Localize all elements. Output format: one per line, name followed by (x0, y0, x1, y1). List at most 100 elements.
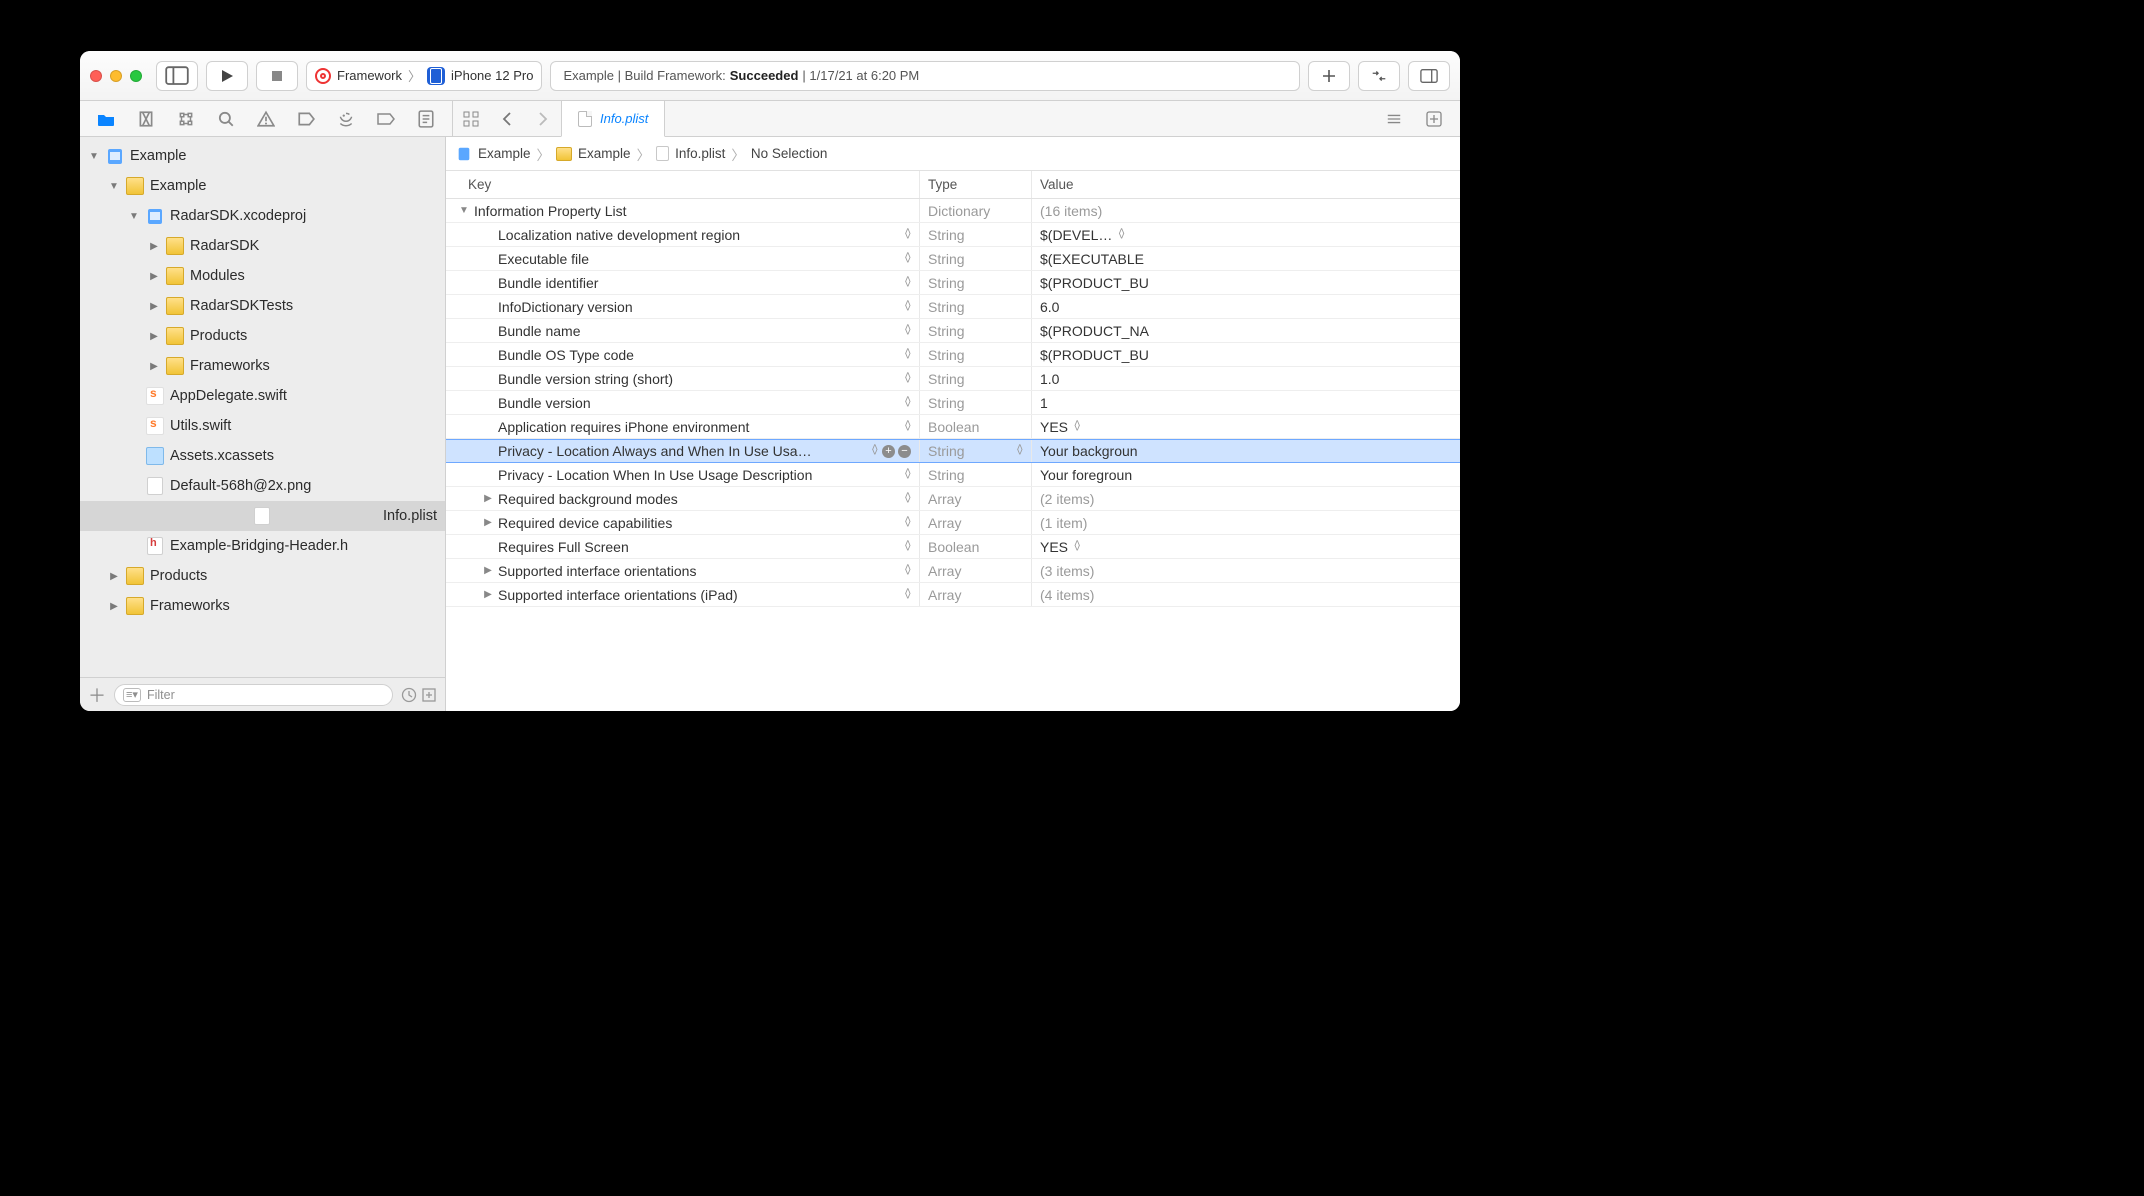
toggle-right-panel-button[interactable] (1408, 61, 1450, 91)
issue-tab[interactable] (246, 101, 286, 137)
tree-item[interactable]: AppDelegate.swift (80, 381, 445, 411)
breakpoint-tab[interactable] (286, 101, 326, 137)
plist-row[interactable]: Supported interface orientations (iPad)˄… (446, 583, 1460, 607)
tree-item[interactable]: Example (80, 141, 445, 171)
stepper-icon[interactable]: ˄˅ (905, 254, 911, 264)
tree-item[interactable]: RadarSDKTests (80, 291, 445, 321)
tree-item[interactable]: Example-Bridging-Header.h (80, 531, 445, 561)
library-button[interactable] (1308, 61, 1350, 91)
stepper-icon[interactable]: ˄˅ (905, 302, 911, 312)
stepper-icon[interactable]: ˄˅ (905, 566, 911, 576)
stepper-icon[interactable]: ˄˅ (905, 542, 911, 552)
tag-tab[interactable] (366, 101, 406, 137)
activity-status[interactable]: Example | Build Framework: Succeeded | 1… (550, 61, 1300, 91)
stepper-icon[interactable]: ˄˅ (905, 350, 911, 360)
scm-filter-icon[interactable] (421, 687, 437, 703)
code-review-button[interactable] (1358, 61, 1400, 91)
stepper-icon[interactable]: ˄˅ (905, 590, 911, 600)
tree-item[interactable]: Info.plist (80, 501, 445, 531)
jump-bar[interactable]: Example 〉 Example 〉 Info.plist 〉 No Sele… (446, 137, 1460, 171)
tree-item[interactable]: Frameworks (80, 351, 445, 381)
plist-row[interactable]: Information Property ListDictionary(16 i… (446, 199, 1460, 223)
add-row-icon[interactable]: + (882, 445, 895, 458)
plist-row[interactable]: Bundle version˄˅String1 (446, 391, 1460, 415)
remove-row-icon[interactable]: − (898, 445, 911, 458)
plist-row[interactable]: Localization native development region˄˅… (446, 223, 1460, 247)
symbol-tab[interactable] (166, 101, 206, 137)
search-tab[interactable] (206, 101, 246, 137)
plist-row[interactable]: Bundle OS Type code˄˅String$(PRODUCT_BU (446, 343, 1460, 367)
row-disclosure[interactable] (482, 493, 494, 504)
zoom-window[interactable] (130, 70, 142, 82)
tree-item[interactable]: Products (80, 561, 445, 591)
plist-row[interactable]: Privacy - Location When In Use Usage Des… (446, 463, 1460, 487)
stepper-icon[interactable]: ˄˅ (1074, 542, 1080, 552)
related-items-button[interactable] (453, 101, 489, 137)
row-disclosure[interactable] (482, 589, 494, 600)
scheme-selector[interactable]: Framework 〉 iPhone 12 Pro (306, 61, 542, 91)
plist-row[interactable]: Executable file˄˅String$(EXECUTABLE (446, 247, 1460, 271)
stepper-icon[interactable]: ˄˅ (905, 494, 911, 504)
tree-item[interactable]: Default-568h@2x.png (80, 471, 445, 501)
toggle-left-panel-button[interactable] (156, 61, 198, 91)
editor-tab[interactable]: Info.plist (561, 101, 665, 137)
disclosure-triangle[interactable] (148, 271, 160, 282)
report-tab[interactable] (406, 101, 446, 137)
plist-row[interactable]: Bundle version string (short)˄˅String1.0 (446, 367, 1460, 391)
disclosure-triangle[interactable] (108, 601, 120, 612)
back-button[interactable] (489, 101, 525, 137)
plist-row[interactable]: InfoDictionary version˄˅String6.0 (446, 295, 1460, 319)
stepper-icon[interactable]: ˄˅ (905, 518, 911, 528)
plist-row[interactable]: Required background modes˄˅Array(2 items… (446, 487, 1460, 511)
tree-item[interactable]: RadarSDK (80, 231, 445, 261)
editor-options-button[interactable] (1376, 101, 1412, 137)
stepper-icon[interactable]: ˄˅ (1074, 422, 1080, 432)
row-disclosure[interactable] (482, 517, 494, 528)
plist-row[interactable]: Supported interface orientations˄˅Array(… (446, 559, 1460, 583)
source-control-tab[interactable] (126, 101, 166, 137)
run-button[interactable] (206, 61, 248, 91)
tree-item[interactable]: RadarSDK.xcodeproj (80, 201, 445, 231)
tree-item[interactable]: Utils.swift (80, 411, 445, 441)
stop-button[interactable] (256, 61, 298, 91)
debug-tab[interactable] (326, 101, 366, 137)
tree-item[interactable]: Frameworks (80, 591, 445, 621)
add-editor-button[interactable] (1416, 101, 1452, 137)
add-file-button[interactable]: ＋ (88, 682, 106, 708)
disclosure-triangle[interactable] (108, 571, 120, 582)
disclosure-triangle[interactable] (148, 301, 160, 312)
disclosure-triangle[interactable] (148, 241, 160, 252)
row-disclosure[interactable] (482, 565, 494, 576)
disclosure-triangle[interactable] (128, 211, 140, 222)
disclosure-triangle[interactable] (88, 151, 100, 162)
stepper-icon[interactable]: ˄˅ (905, 374, 911, 384)
stepper-icon[interactable]: ˄˅ (905, 398, 911, 408)
plist-row[interactable]: Application requires iPhone environment˄… (446, 415, 1460, 439)
close-window[interactable] (90, 70, 102, 82)
add-remove-buttons[interactable]: +− (882, 445, 911, 458)
plist-row[interactable]: Bundle name˄˅String$(PRODUCT_NA (446, 319, 1460, 343)
stepper-icon[interactable]: ˄˅ (905, 422, 911, 432)
minimize-window[interactable] (110, 70, 122, 82)
filter-field[interactable]: ≡▾ Filter (114, 684, 393, 706)
plist-row[interactable]: Bundle identifier˄˅String$(PRODUCT_BU (446, 271, 1460, 295)
stepper-icon[interactable]: ˄˅ (1017, 446, 1023, 456)
plist-row[interactable]: Privacy - Location Always and When In Us… (446, 439, 1460, 463)
tree-item[interactable]: Example (80, 171, 445, 201)
stepper-icon[interactable]: ˄˅ (872, 446, 878, 456)
plist-row[interactable]: Requires Full Screen˄˅BooleanYES˄˅ (446, 535, 1460, 559)
stepper-icon[interactable]: ˄˅ (905, 470, 911, 480)
row-disclosure[interactable] (458, 205, 470, 216)
tree-item[interactable]: Products (80, 321, 445, 351)
disclosure-triangle[interactable] (148, 331, 160, 342)
forward-button[interactable] (525, 101, 561, 137)
tree-item[interactable]: Assets.xcassets (80, 441, 445, 471)
disclosure-triangle[interactable] (148, 361, 160, 372)
recent-filter-icon[interactable] (401, 687, 417, 703)
plist-row[interactable]: Required device capabilities˄˅Array(1 it… (446, 511, 1460, 535)
stepper-icon[interactable]: ˄˅ (905, 278, 911, 288)
disclosure-triangle[interactable] (108, 181, 120, 192)
stepper-icon[interactable]: ˄˅ (1118, 230, 1124, 240)
tree-item[interactable]: Modules (80, 261, 445, 291)
stepper-icon[interactable]: ˄˅ (905, 326, 911, 336)
